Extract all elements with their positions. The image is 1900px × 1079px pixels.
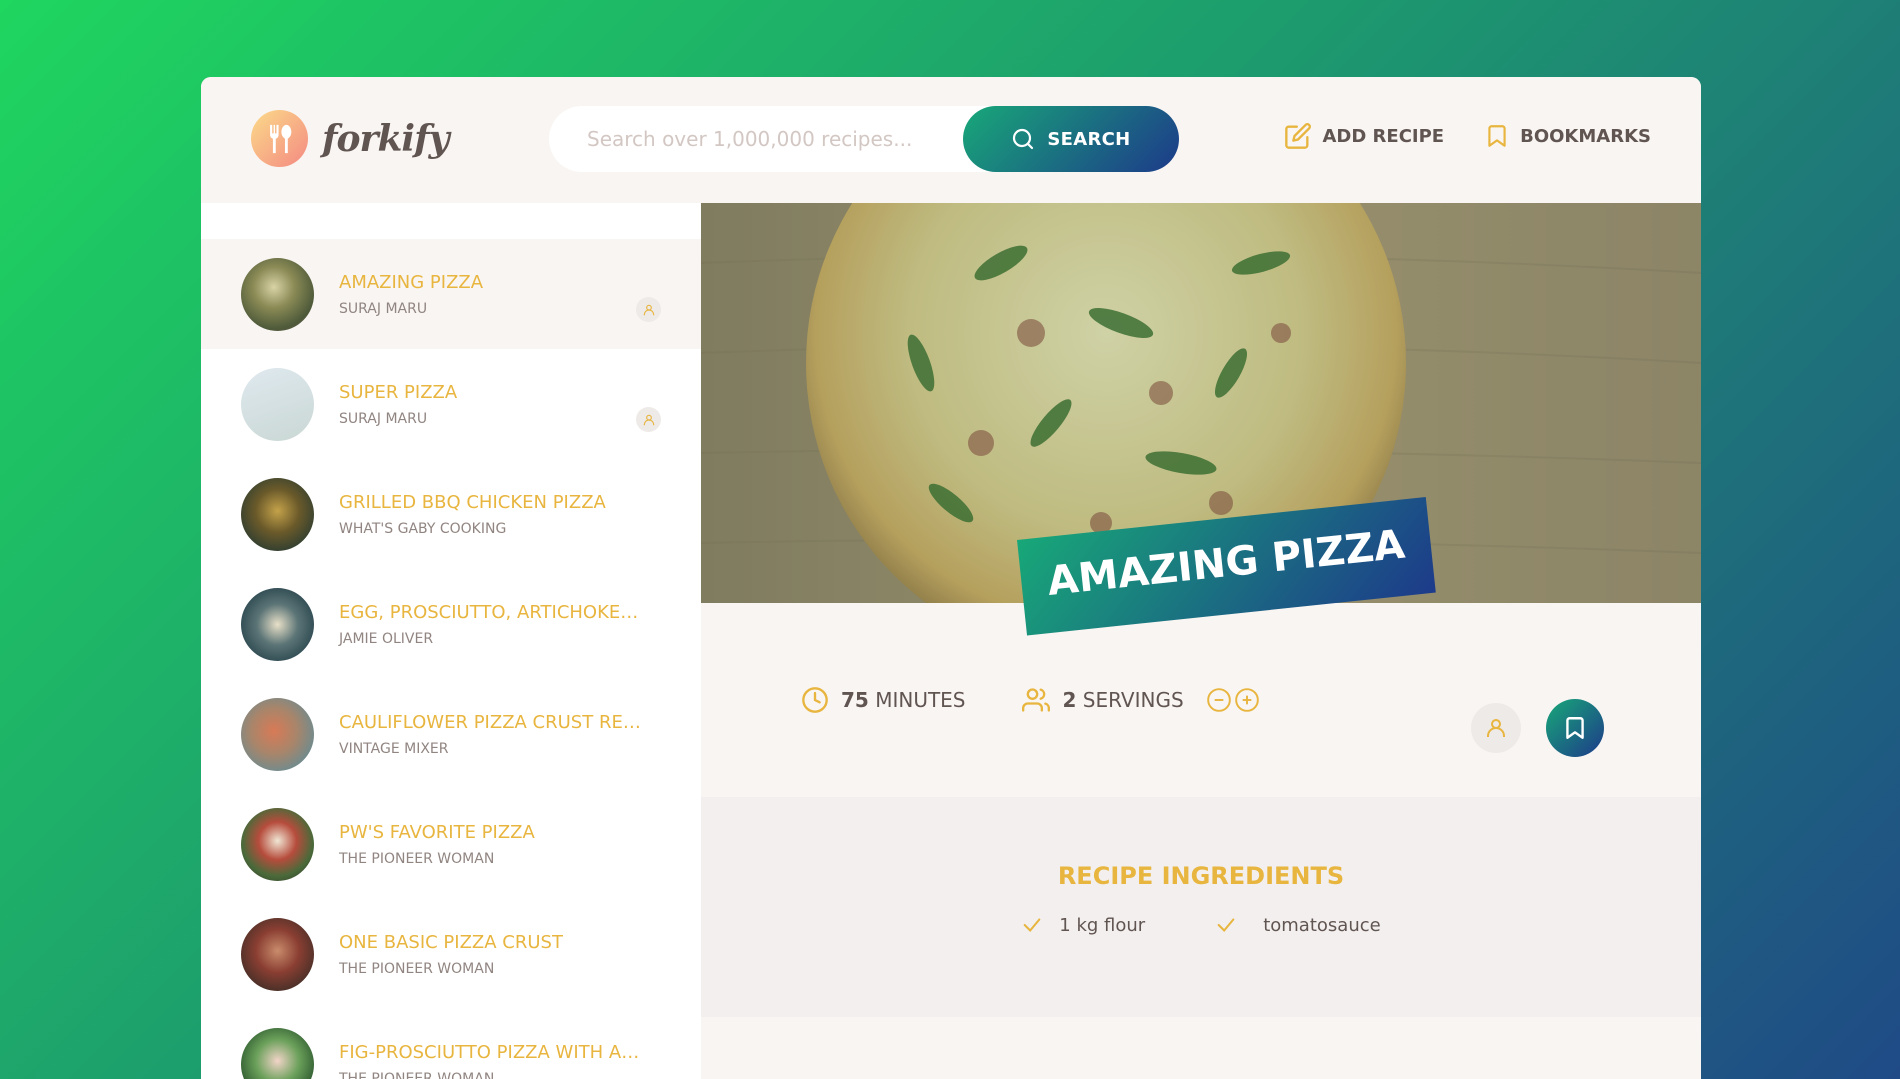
add-recipe-label: ADD RECIPE xyxy=(1322,125,1445,147)
ingredient-item: tomatosauce xyxy=(1215,914,1381,936)
bookmark-button[interactable] xyxy=(1546,699,1604,757)
logo-text: forkify xyxy=(322,117,449,160)
bookmarks-button[interactable]: BOOKMARKS xyxy=(1484,122,1651,150)
edit-icon xyxy=(1285,123,1312,149)
recipe-figure: AMAZING PIZZA xyxy=(701,203,1701,636)
add-recipe-button[interactable]: ADD RECIPE xyxy=(1284,122,1444,150)
servings: 2 SERVINGS xyxy=(1021,686,1260,714)
result-title: CAULIFLOWER PIZZA CRUST RECI... xyxy=(339,711,649,733)
ingredients-heading: RECIPE INGREDIENTS xyxy=(1057,862,1345,890)
decrease-servings-button[interactable] xyxy=(1206,687,1232,713)
result-title: AMAZING PIZZA xyxy=(339,271,484,293)
result-author: VINTAGE MIXER xyxy=(339,740,449,757)
search-icon xyxy=(1013,128,1034,150)
minus-circle-icon xyxy=(1206,688,1231,712)
bookmark-icon xyxy=(1488,125,1506,147)
ingredient-item: 1 kg flour xyxy=(1021,914,1145,936)
result-title: EGG, PROSCIUTTO, ARTICHOKES, ... xyxy=(339,601,649,623)
search-input[interactable] xyxy=(587,127,987,151)
result-item[interactable]: AMAZING PIZZA SURAJ MARU xyxy=(201,239,701,349)
plus-circle-icon xyxy=(1234,688,1259,712)
ingredients-section: RECIPE INGREDIENTS 1 kg flour tomatosauc… xyxy=(701,797,1701,1017)
result-title: FIG-PROSCIUTTO PIZZA WITH AR... xyxy=(339,1041,649,1063)
result-item[interactable]: ONE BASIC PIZZA CRUST THE PIONEER WOMAN xyxy=(201,899,701,1009)
ingredients-list: 1 kg flour tomatosauce xyxy=(701,914,1701,936)
result-item[interactable]: FIG-PROSCIUTTO PIZZA WITH AR... THE PION… xyxy=(201,1009,701,1079)
result-title: ONE BASIC PIZZA CRUST xyxy=(339,931,563,953)
servings-label: SERVINGS xyxy=(1082,688,1184,712)
result-item[interactable]: GRILLED BBQ CHICKEN PIZZA WHAT'S GABY CO… xyxy=(201,459,701,569)
user-generated-badge xyxy=(1471,703,1521,753)
search-form: SEARCH xyxy=(549,106,1179,172)
result-title: SUPER PIZZA xyxy=(339,381,458,403)
result-author: THE PIONEER WOMAN xyxy=(339,1070,495,1079)
recipe-view: AMAZING PIZZA 75 MINUTES 2 SERVINGS RECI… xyxy=(701,203,1701,1079)
search-button-label: SEARCH xyxy=(1047,128,1131,150)
search-results: AMAZING PIZZA SURAJ MARU SUPER PIZZA SUR… xyxy=(201,203,701,1079)
check-icon xyxy=(1023,918,1041,932)
result-title: GRILLED BBQ CHICKEN PIZZA xyxy=(339,491,606,513)
minutes-label: MINUTES xyxy=(875,688,966,712)
search-button[interactable]: SEARCH xyxy=(963,106,1179,172)
header: forkify SEARCH ADD RECIPE BOOKMARKS xyxy=(201,77,1701,203)
result-item[interactable]: SUPER PIZZA SURAJ MARU xyxy=(201,349,701,459)
increase-servings-button[interactable] xyxy=(1234,687,1260,713)
user-icon xyxy=(1487,719,1505,737)
recipe-details: 75 MINUTES 2 SERVINGS xyxy=(701,603,1701,797)
result-thumbnail xyxy=(241,807,314,881)
result-author: THE PIONEER WOMAN xyxy=(339,960,495,977)
bookmarks-label: BOOKMARKS xyxy=(1520,125,1651,147)
clock-icon xyxy=(802,687,828,713)
ingredient-text: tomatosauce xyxy=(1263,914,1381,936)
bookmark-icon xyxy=(1566,717,1584,739)
user-generated-icon xyxy=(636,297,661,322)
result-author: SURAJ MARU xyxy=(339,410,428,427)
result-thumbnail xyxy=(241,367,314,441)
cooking-time: 75 MINUTES xyxy=(801,686,966,714)
ingredient-text: 1 kg flour xyxy=(1059,914,1146,936)
result-author: THE PIONEER WOMAN xyxy=(339,850,495,867)
result-item[interactable]: CAULIFLOWER PIZZA CRUST RECI... VINTAGE … xyxy=(201,679,701,789)
result-item[interactable]: PW'S FAVORITE PIZZA THE PIONEER WOMAN xyxy=(201,789,701,899)
result-thumbnail xyxy=(241,587,314,661)
servings-value: 2 xyxy=(1062,688,1077,712)
user-generated-icon xyxy=(636,407,661,432)
result-author: WHAT'S GABY COOKING xyxy=(339,520,507,537)
result-author: SURAJ MARU xyxy=(339,300,428,317)
result-thumbnail xyxy=(241,477,314,551)
nav: ADD RECIPE BOOKMARKS xyxy=(1284,122,1651,150)
minutes-value: 75 xyxy=(841,688,869,712)
fork-spoon-icon xyxy=(251,110,308,167)
result-thumbnail xyxy=(241,697,314,771)
result-author: JAMIE OLIVER xyxy=(339,630,434,647)
logo[interactable]: forkify xyxy=(251,110,449,167)
result-thumbnail xyxy=(241,1027,314,1079)
users-icon xyxy=(1021,688,1050,712)
result-item[interactable]: EGG, PROSCIUTTO, ARTICHOKES, ... JAMIE O… xyxy=(201,569,701,679)
result-thumbnail xyxy=(241,257,314,331)
check-icon xyxy=(1217,918,1235,932)
app-container: forkify SEARCH ADD RECIPE BOOKMARKS AMA xyxy=(201,77,1701,1079)
result-thumbnail xyxy=(241,917,314,991)
result-title: PW'S FAVORITE PIZZA xyxy=(339,821,535,843)
